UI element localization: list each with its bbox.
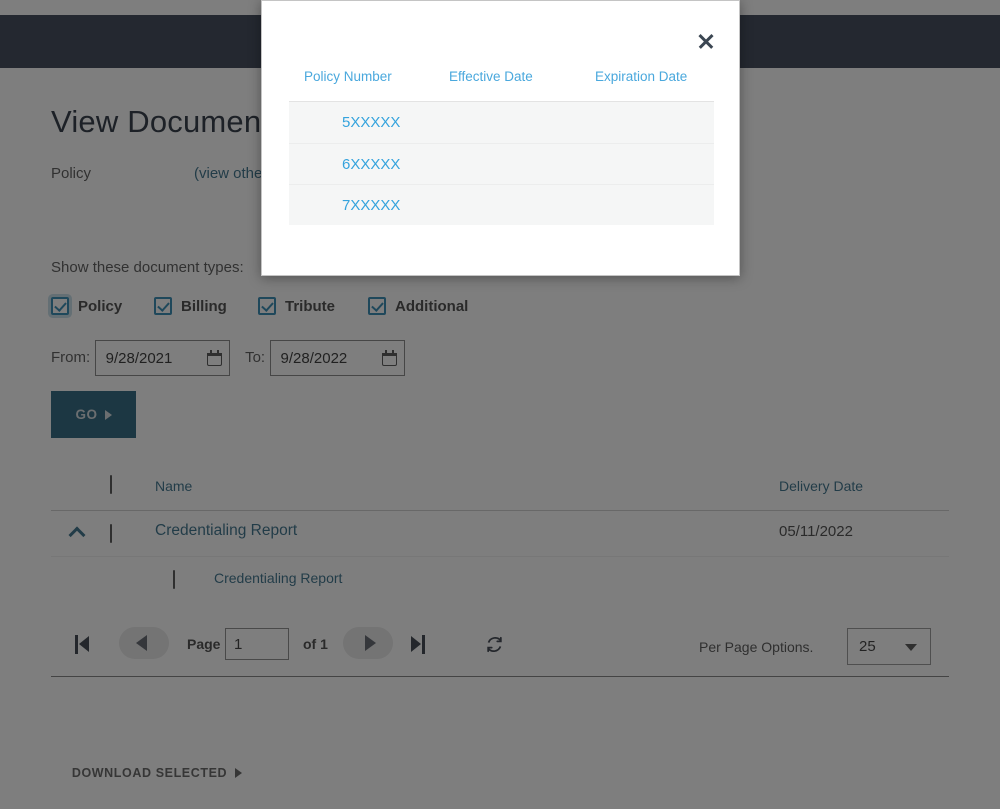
table-row[interactable]: 7XXXXX: [289, 184, 714, 225]
table-row[interactable]: 6XXXXX: [289, 143, 714, 184]
column-header-policy-number[interactable]: Policy Number: [289, 69, 449, 101]
policy-number-link[interactable]: 7XXXXX: [289, 197, 449, 214]
column-header-expiration-date[interactable]: Expiration Date: [595, 69, 714, 101]
close-icon[interactable]: [696, 31, 716, 51]
table-row[interactable]: 5XXXXX: [289, 102, 714, 143]
policy-table: Policy Number Effective Date Expiration …: [289, 69, 714, 225]
policy-number-link[interactable]: 6XXXXX: [289, 156, 449, 173]
screen: View Documents Policy (view other polici…: [0, 0, 1000, 809]
policy-table-header: Policy Number Effective Date Expiration …: [289, 69, 714, 102]
policy-number-link[interactable]: 5XXXXX: [289, 114, 449, 131]
column-header-effective-date[interactable]: Effective Date: [449, 69, 595, 101]
policy-list-modal: Policy Number Effective Date Expiration …: [261, 0, 740, 276]
policy-table-body: 5XXXXX 6XXXXX 7XXXXX: [289, 102, 714, 225]
